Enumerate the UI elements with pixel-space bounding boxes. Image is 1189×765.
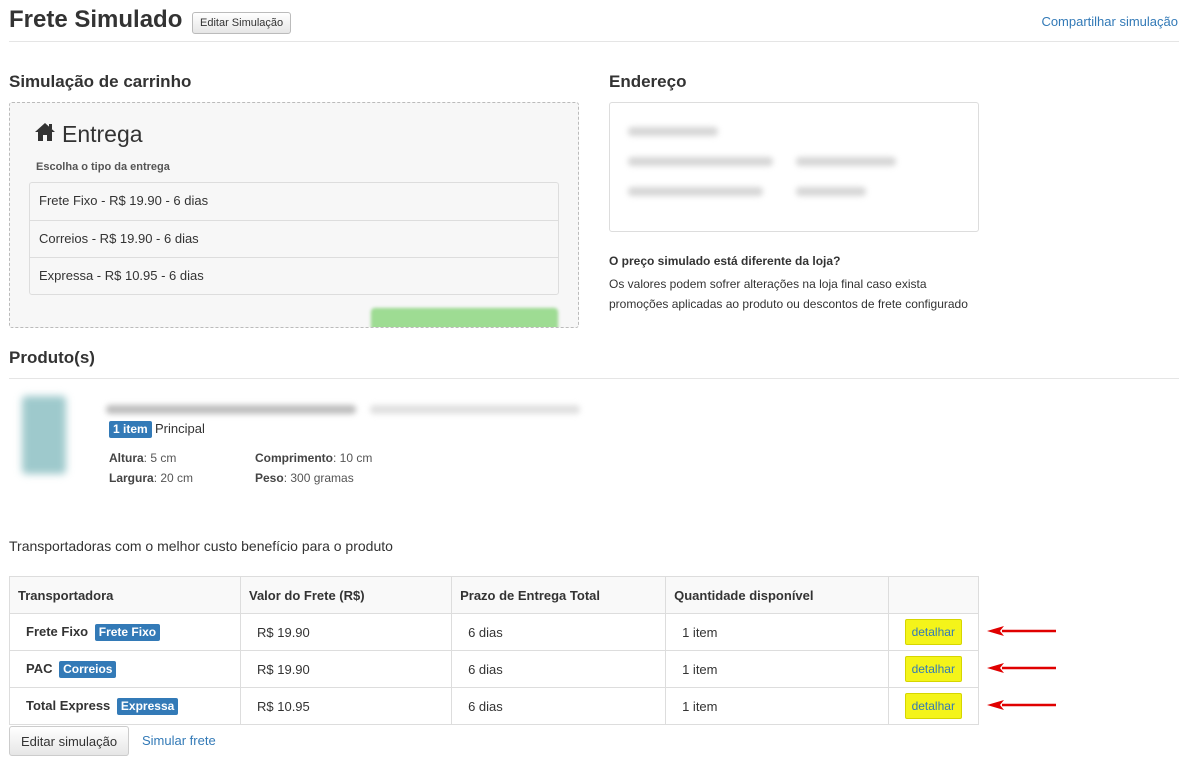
carrier-name-cell: Frete Fixo Frete Fixo (9, 613, 241, 651)
carriers-table: Transportadora Valor do Frete (R$) Prazo… (9, 576, 980, 725)
red-arrow-icon (987, 663, 1056, 673)
product-qty-label: Principal (155, 421, 205, 436)
red-arrow-icon (987, 700, 1056, 710)
price-cell: R$ 10.95 (239, 687, 453, 725)
price-cell: R$ 19.90 (239, 650, 453, 688)
home-icon (34, 121, 56, 148)
carrier-name-cell: PAC Correios (9, 650, 241, 688)
products-divider (9, 378, 1179, 379)
page-title: Frete Simulado (9, 6, 183, 33)
product-length: Comprimento: 10 cm (255, 451, 373, 465)
delivery-time-cell: 6 dias (451, 687, 667, 725)
products-section-title: Produto(s) (9, 348, 95, 367)
delivery-option[interactable]: Expressa - R$ 10.95 - 6 dias (30, 257, 558, 294)
red-arrow-icon (987, 626, 1056, 636)
product-thumbnail (22, 396, 66, 474)
delivery-options-list: Frete Fixo - R$ 19.90 - 6 dias Correios … (29, 182, 559, 295)
quantity-cell: 1 item (665, 650, 889, 688)
address-redacted-line (628, 157, 773, 166)
cart-section-title: Simulação de carrinho (9, 72, 192, 91)
price-notice-text: Os valores podem sofrer alterações na lo… (609, 277, 968, 311)
action-cell: detalhar (887, 613, 980, 651)
product-weight: Peso: 300 gramas (255, 471, 354, 485)
entrega-heading: Entrega (34, 121, 143, 148)
carrier-tag: Correios (59, 660, 117, 678)
product-name-redacted (106, 402, 586, 414)
table-header-row: Transportadora Valor do Frete (R$) Prazo… (9, 576, 980, 614)
detail-button[interactable]: detalhar (904, 693, 962, 719)
blurred-green-button[interactable] (371, 308, 558, 327)
delivery-option[interactable]: Correios - R$ 19.90 - 6 dias (30, 220, 558, 257)
entrega-title: Entrega (62, 121, 143, 147)
cart-simulation-box: Entrega Escolha o tipo da entrega Frete … (9, 102, 579, 328)
address-redacted-line (796, 187, 866, 196)
action-cell: detalhar (887, 650, 980, 688)
price-cell: R$ 19.90 (239, 613, 453, 651)
table-row: Frete Fixo Frete Fixo R$ 19.90 6 dias 1 … (9, 613, 980, 651)
edit-simulation-button[interactable]: Editar Simulação (192, 12, 292, 34)
price-notice-title: O preço simulado está diferente da loja? (609, 254, 841, 268)
delivery-time-cell: 6 dias (451, 650, 667, 688)
header-divider (9, 41, 1179, 42)
address-section-title: Endereço (609, 72, 687, 91)
entrega-subtitle: Escolha o tipo da entrega (36, 161, 170, 173)
address-redacted-line (628, 187, 763, 196)
column-header: Transportadora (9, 576, 241, 614)
carrier-tag: Expressa (116, 697, 179, 715)
product-height: Altura: 5 cm (109, 451, 177, 465)
address-redacted-line (796, 157, 896, 166)
column-header (887, 576, 980, 614)
column-header: Prazo de Entrega Total (451, 576, 667, 614)
edit-simulation-footer-button[interactable]: Editar simulação (9, 726, 130, 756)
column-header: Quantidade disponível (665, 576, 889, 614)
quantity-cell: 1 item (665, 613, 889, 651)
product-qty-badge: 1 item (109, 421, 152, 438)
table-row: PAC Correios R$ 19.90 6 dias 1 item deta… (9, 650, 980, 688)
share-simulation-link[interactable]: Compartilhar simulação (1041, 14, 1178, 29)
carriers-intro: Transportadoras com o melhor custo benef… (9, 538, 393, 554)
table-row: Total Express Expressa R$ 10.95 6 dias 1… (9, 687, 980, 725)
carrier-tag: Frete Fixo (94, 623, 161, 641)
simulate-freight-link[interactable]: Simular frete (142, 733, 216, 748)
column-header: Valor do Frete (R$) (239, 576, 453, 614)
address-redacted-line (628, 127, 718, 136)
carrier-name-cell: Total Express Expressa (9, 687, 241, 725)
action-cell: detalhar (887, 687, 980, 725)
address-box (609, 102, 979, 232)
detail-button[interactable]: detalhar (904, 619, 962, 645)
quantity-cell: 1 item (665, 687, 889, 725)
delivery-option[interactable]: Frete Fixo - R$ 19.90 - 6 dias (30, 183, 558, 220)
detail-button[interactable]: detalhar (904, 656, 962, 682)
delivery-time-cell: 6 dias (451, 613, 667, 651)
product-width: Largura: 20 cm (109, 471, 194, 485)
